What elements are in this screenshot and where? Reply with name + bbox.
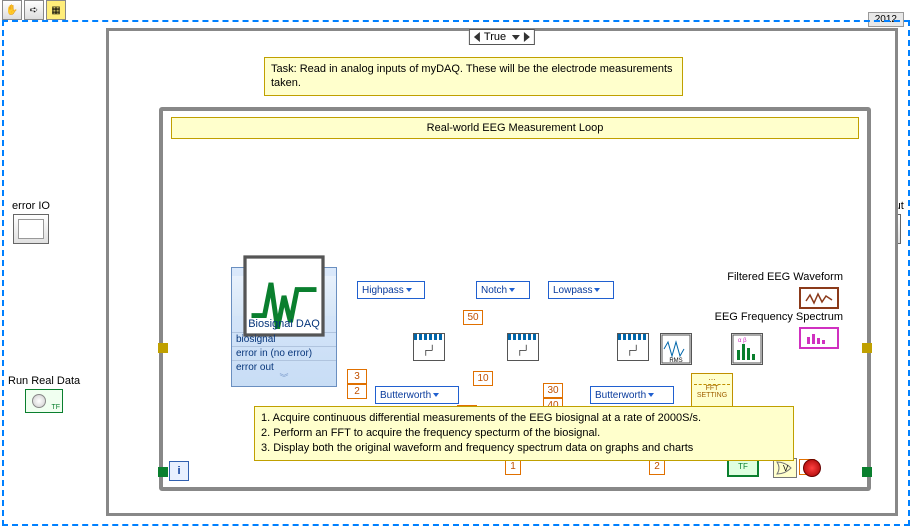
numeric-constant[interactable]: 30 [543, 383, 563, 398]
waveform-graph-indicator[interactable] [799, 287, 839, 309]
notes-comment: 1. Acquire continuous differential measu… [254, 406, 794, 461]
filter-icon: ┌┘ [416, 342, 442, 358]
rms-vi[interactable]: RMS [660, 333, 692, 365]
filter-icon: ┌┘ [510, 342, 536, 358]
notch-filter-vi[interactable]: ┌┘ [507, 333, 539, 361]
spectrum-graph-indicator[interactable] [799, 327, 839, 349]
error-in-terminal: error IO [6, 200, 56, 246]
chevron-down-icon[interactable]: ︾ [232, 374, 336, 382]
biosignal-daq-vi[interactable]: ︽ Biosignal DAQ biosignal error in (no e… [231, 267, 337, 387]
spectrum-label: EEG Frequency Spectrum [693, 311, 843, 323]
filter-icon: ┌┘ [620, 342, 646, 358]
numeric-constant[interactable]: 3 [347, 369, 367, 384]
tunnel [158, 343, 168, 353]
run-real-data-control: Run Real Data TF [8, 375, 80, 415]
case-value[interactable]: True [484, 31, 506, 43]
chevron-down-icon [433, 393, 439, 397]
arrow-tool-icon[interactable]: ➪ [24, 0, 44, 20]
toolbar: ✋ ➪ ▦ [2, 0, 66, 20]
svg-text:RMS: RMS [669, 358, 682, 364]
tunnel [158, 467, 168, 477]
numeric-constant[interactable]: 10 [473, 371, 493, 386]
case-selector[interactable]: True [469, 29, 535, 45]
loop-stop-terminal[interactable] [803, 459, 821, 477]
hp-params: 3 2 [347, 369, 367, 399]
chevron-down-icon [509, 288, 515, 292]
chevron-down-icon [406, 288, 412, 292]
case-prev-icon[interactable] [474, 32, 480, 42]
note-line: 1. Acquire continuous differential measu… [261, 411, 787, 426]
chevron-down-icon [648, 393, 654, 397]
fft-setting-constant[interactable]: ⋯ FFT SETTING [691, 373, 733, 409]
highlight-tool-icon[interactable]: ▦ [46, 0, 66, 20]
svg-text:α β: α β [738, 338, 747, 344]
tunnel [862, 467, 872, 477]
control-label: Run Real Data [8, 375, 80, 387]
cluster-icon[interactable] [13, 214, 49, 244]
notch-enum[interactable]: Notch [476, 281, 530, 299]
note-line: 2. Perform an FFT to acquire the frequen… [261, 426, 787, 441]
loop-title: Real-world EEG Measurement Loop [171, 117, 859, 139]
daq-terminal[interactable]: error in (no error) [232, 346, 336, 360]
seq-marker-2: 2 [649, 459, 665, 475]
boolean-control[interactable]: TF [25, 389, 63, 413]
butterworth-enum-1[interactable]: Butterworth [375, 386, 459, 404]
tunnel [862, 343, 872, 353]
hand-tool-icon[interactable]: ✋ [2, 0, 22, 20]
task-comment: Task: Read in analog inputs of myDAQ. Th… [264, 57, 683, 96]
terminal-label: error IO [6, 200, 56, 212]
block-diagram-canvas: ✋ ➪ ▦ 2012 error IO error out Run Real D… [0, 0, 914, 530]
case-next-icon[interactable] [524, 32, 530, 42]
highpass-enum[interactable]: Highpass [357, 281, 425, 299]
lowpass-enum[interactable]: Lowpass [548, 281, 614, 299]
case-structure[interactable]: True Task: Read in analog inputs of myDA… [106, 28, 898, 516]
lowpass-filter-vi[interactable]: ┌┘ [617, 333, 649, 361]
highpass-filter-vi[interactable]: ┌┘ [413, 333, 445, 361]
butterworth-enum-2[interactable]: Butterworth [590, 386, 674, 404]
or-gate[interactable]: V [773, 458, 797, 478]
note-line: 3. Display both the original waveform an… [261, 441, 787, 456]
chevron-down-icon[interactable] [512, 35, 520, 40]
chevron-down-icon [594, 288, 600, 292]
daq-icon [232, 276, 336, 316]
seq-marker-1: 1 [505, 459, 521, 475]
numeric-constant[interactable]: 2 [347, 384, 367, 399]
filtered-waveform-label: Filtered EEG Waveform [703, 271, 843, 283]
svg-text:V: V [783, 464, 789, 473]
spectrum-vi[interactable]: α β [731, 333, 763, 365]
numeric-constant[interactable]: 50 [463, 310, 483, 325]
iteration-terminal[interactable]: i [169, 461, 189, 481]
daq-terminal[interactable]: error out [232, 360, 336, 374]
